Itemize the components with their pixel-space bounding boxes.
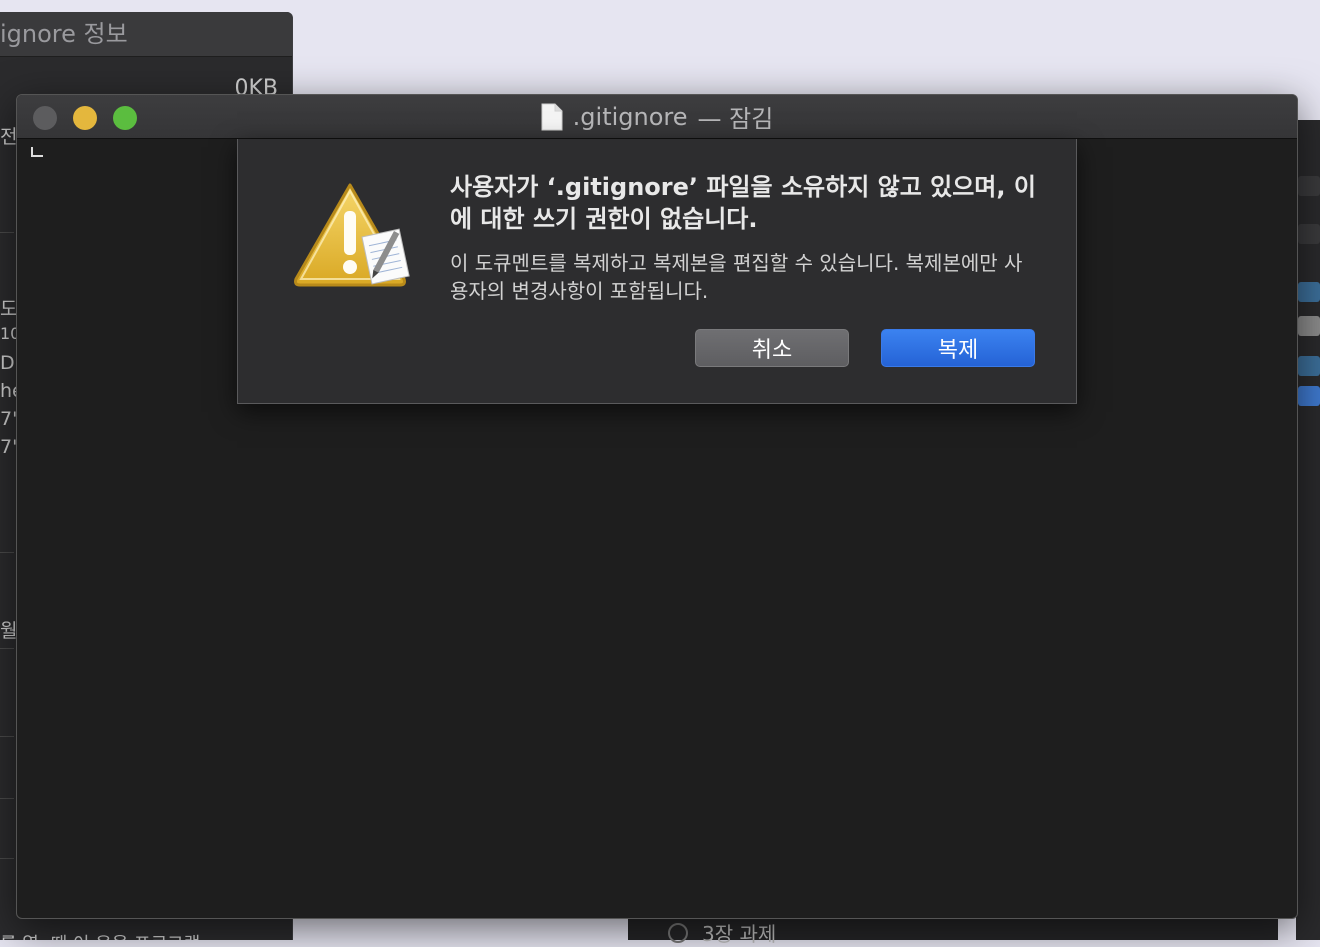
text-cursor (31, 147, 43, 157)
cancel-button[interactable]: 취소 (695, 329, 849, 367)
divider (0, 798, 14, 799)
alert-sheet: 사용자가 ‘.gitignore’ 파일을 소유하지 않고 있으며, 이에 대한… (237, 139, 1077, 404)
divider (0, 552, 14, 553)
app-icon (1298, 386, 1320, 406)
divider (0, 648, 14, 649)
background-list-item: 3장 과제 (668, 918, 776, 947)
warning-triangle-icon (294, 183, 410, 287)
window-title-lock-status: — 잠김 (697, 105, 774, 133)
window-title: .gitignore — 잠김 (17, 95, 1297, 138)
document-window: .gitignore — 잠김 사용자가 ‘.gitignore’ 파일을 소유… (16, 94, 1298, 919)
info-panel-bottom-text: 를 열: 때 이 응용 프로그램 (0, 930, 200, 940)
divider (0, 736, 14, 737)
alert-title: 사용자가 ‘.gitignore’ 파일을 소유하지 않고 있으며, 이에 대한… (450, 173, 1036, 233)
file-icon (1298, 316, 1320, 336)
toolbar-icon (1298, 176, 1320, 196)
window-title-filename: .gitignore (572, 102, 688, 131)
background-finder-panel (1296, 120, 1320, 940)
document-icon (541, 103, 563, 130)
divider (0, 858, 14, 859)
info-panel-title: ignore 정보 (0, 12, 292, 57)
folder-icon (1298, 282, 1320, 302)
toolbar-icon (1298, 224, 1320, 244)
alert-message: 이 도큐멘트를 복제하고 복제본을 편집할 수 있습니다. 복제본에만 사용자의… (450, 251, 1023, 303)
duplicate-button[interactable]: 복제 (881, 329, 1035, 367)
title-bar[interactable]: .gitignore — 잠김 (17, 95, 1297, 139)
divider (0, 232, 14, 233)
background-list-item-label: 3장 과제 (702, 922, 777, 946)
folder-icon (1298, 356, 1320, 376)
